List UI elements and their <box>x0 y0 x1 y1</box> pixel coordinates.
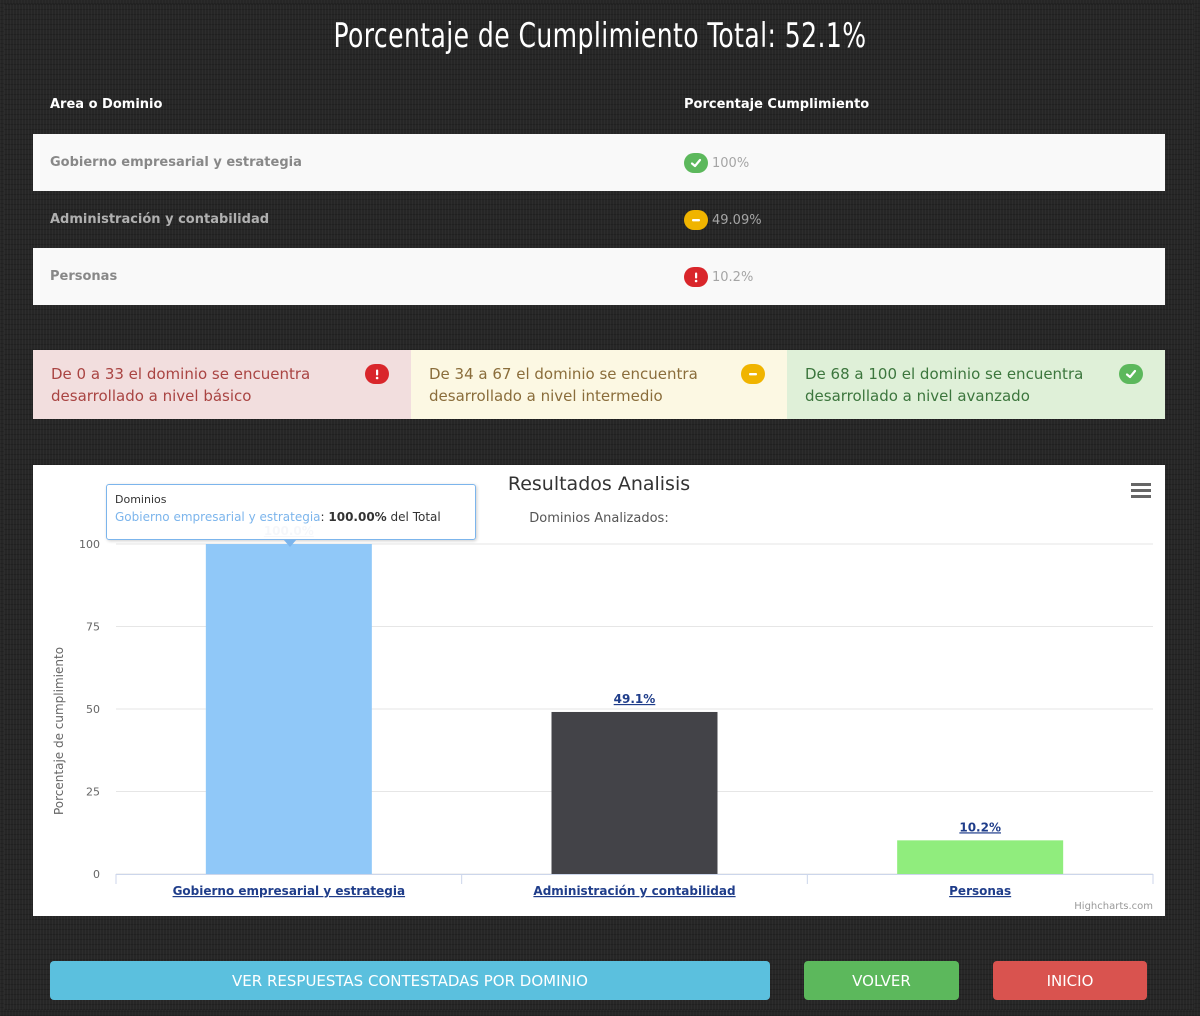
legend-advanced: De 68 a 100 el dominio se encuentra desa… <box>787 350 1165 419</box>
legend-basic: De 0 a 33 el dominio se encuentra desarr… <box>33 350 411 419</box>
data-label: 10.2% <box>959 820 1001 834</box>
minus-icon <box>741 364 765 384</box>
row-percent-cell: 10.2% <box>684 267 753 287</box>
table-header-area: Area o Dominio <box>50 97 163 112</box>
view-responses-button[interactable]: VER RESPUESTAS CONTESTADAS POR DOMINIO <box>50 961 770 1000</box>
bar <box>551 711 718 874</box>
chart-credits[interactable]: Highcharts.com <box>1074 901 1153 912</box>
tooltip-line: Gobierno empresarial y estrategia: 100.0… <box>115 510 441 524</box>
exclamation-icon <box>684 267 708 287</box>
legend-text: De 34 a 67 el dominio se encuentra desar… <box>429 365 698 405</box>
tooltip-name: Gobierno empresarial y estrategia <box>115 510 321 524</box>
tooltip-value: 100.00% <box>328 510 387 524</box>
back-button[interactable]: VOLVER <box>804 961 959 1000</box>
row-area: Gobierno empresarial y estrategia <box>50 155 302 170</box>
exclamation-icon <box>365 364 389 384</box>
check-icon <box>684 153 708 173</box>
x-tick-label: Administración y contabilidad <box>533 884 735 898</box>
row-percent: 100% <box>712 155 750 171</box>
bar <box>205 544 372 874</box>
results-chart: 0 25 50 75 100 Porcentaje de cumplimiento 100.… <box>33 465 1165 916</box>
minus-icon <box>684 210 708 230</box>
table-row: Gobierno empresarial y estrategia 100% <box>33 134 1165 191</box>
chart-tooltip: Dominios Gobierno empresarial y estrateg… <box>106 484 476 547</box>
row-percent-cell: 49.09% <box>684 210 762 230</box>
data-label: 49.1% <box>614 692 656 706</box>
x-tick-label: Gobierno empresarial y estrategia <box>173 884 405 898</box>
row-area: Administración y contabilidad <box>50 212 270 227</box>
x-tick-label: Personas <box>949 884 1011 898</box>
tooltip-suffix: del Total <box>390 510 441 524</box>
tooltip-arrow <box>283 539 297 547</box>
bar <box>897 840 1064 874</box>
y-axis-title: Porcentaje de cumplimiento <box>52 647 66 815</box>
row-percent: 49.09% <box>712 212 762 228</box>
row-percent-cell: 100% <box>684 153 749 173</box>
home-button[interactable]: INICIO <box>993 961 1147 1000</box>
legend-text: De 0 a 33 el dominio se encuentra desarr… <box>51 365 311 405</box>
table-header-percent: Porcentaje Cumplimiento <box>684 97 870 112</box>
table-row: Administración y contabilidad 49.09% <box>33 191 1165 248</box>
y-tick-label: 50 <box>86 703 100 716</box>
row-percent: 10.2% <box>712 269 754 285</box>
page-title: Porcentaje de Cumplimiento Total: 52.1% <box>333 16 867 56</box>
legend-text: De 68 a 100 el dominio se encuentra desa… <box>805 365 1084 405</box>
tooltip-header: Dominios <box>115 493 167 506</box>
legend-intermediate: De 34 a 67 el dominio se encuentra desar… <box>411 350 787 419</box>
row-area: Personas <box>50 269 118 284</box>
check-icon <box>1119 364 1143 384</box>
y-tick-label: 0 <box>93 868 100 881</box>
chart-menu-icon[interactable] <box>1131 483 1151 498</box>
y-tick-label: 25 <box>86 786 100 799</box>
table-row: Personas 10.2% <box>33 248 1165 305</box>
y-tick-label: 100 <box>79 538 100 551</box>
y-tick-label: 75 <box>86 621 100 634</box>
